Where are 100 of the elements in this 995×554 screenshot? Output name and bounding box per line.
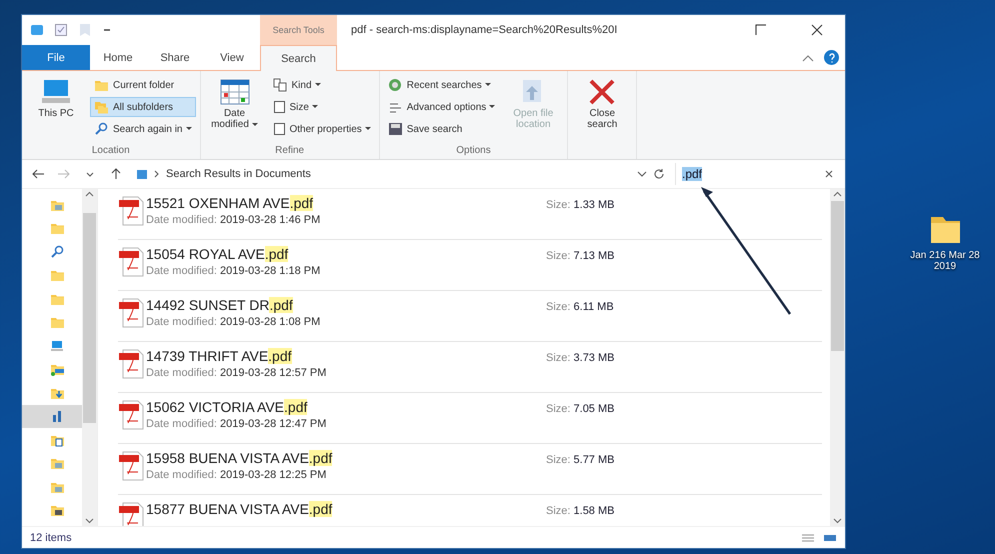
file-name: 15958 BUENA VISTA AVE.pdf bbox=[146, 450, 334, 466]
file-name: 14739 THRIFT AVE.pdf bbox=[146, 348, 293, 364]
network-folder-icon bbox=[50, 362, 65, 376]
item-count: 12 items bbox=[30, 532, 72, 544]
page-icon bbox=[272, 100, 286, 114]
pdf-file-icon bbox=[118, 501, 146, 526]
ribbon-button[interactable]: Search again in bbox=[90, 119, 196, 139]
desktop-folder-label: Jan 216 Mar 28 2019 bbox=[909, 250, 981, 272]
ribbon-button[interactable]: Current folder bbox=[90, 75, 196, 95]
search-icon bbox=[50, 244, 65, 259]
computer-icon bbox=[40, 78, 72, 106]
file-size: Size: 6.11 MB bbox=[546, 300, 614, 313]
file-row[interactable]: 15958 BUENA VISTA AVE.pdf Date modified: 2019-03-28 12:25 PM Size: 5.77 MB bbox=[118, 444, 822, 495]
folder-icon bbox=[50, 221, 65, 236]
search-field[interactable]: .pdf bbox=[675, 163, 839, 185]
file-name: 15877 BUENA VISTA AVE.pdf bbox=[146, 501, 334, 517]
group-label: Options bbox=[455, 145, 492, 158]
file-row[interactable]: 15054 ROYAL AVE.pdf Date modified: 2019-03-28 1:18 PM Size: 7.13 MB bbox=[118, 240, 822, 291]
folder-icon bbox=[94, 78, 109, 92]
breadcrumb-chevron-icon bbox=[154, 169, 160, 179]
back-arrow-icon[interactable] bbox=[31, 168, 45, 180]
ribbon-button[interactable]: All subfolders bbox=[90, 97, 196, 117]
calendar-icon bbox=[218, 78, 250, 106]
details-view-icon[interactable] bbox=[801, 532, 815, 542]
ribbon-button[interactable]: Date modified bbox=[204, 75, 264, 145]
file-row[interactable]: 14492 SUNSET DR.pdf Date modified: 2019-03-28 1:08 PM Size: 6.11 MB bbox=[118, 291, 822, 342]
ribbon-tab[interactable]: Search bbox=[260, 45, 337, 71]
file-size: Size: 3.73 MB bbox=[546, 351, 614, 364]
ribbon-tab[interactable]: Home bbox=[90, 45, 146, 70]
scrollbar[interactable] bbox=[82, 189, 97, 526]
forward-arrow-icon[interactable] bbox=[57, 168, 71, 180]
file-size: Size: 7.05 MB bbox=[546, 402, 614, 415]
file-row[interactable]: 15521 OXENHAM AVE.pdf Date modified: 2019-03-28 1:46 PM Size: 1.33 MB bbox=[118, 189, 822, 240]
file-size: Size: 1.33 MB bbox=[546, 198, 614, 211]
scroll-up-icon bbox=[85, 189, 94, 199]
scroll-down-icon bbox=[833, 516, 842, 526]
folder-icon bbox=[50, 268, 65, 282]
pdf-file-icon bbox=[118, 246, 146, 278]
collapse-ribbon-icon[interactable] bbox=[802, 54, 814, 62]
ribbon-button[interactable]: Recent searches bbox=[384, 75, 500, 95]
pdf-file-icon bbox=[118, 450, 146, 482]
pdf-file-icon bbox=[118, 195, 146, 227]
window-title: pdf - search-ms:displayname=Search%20Results%20I bbox=[351, 24, 618, 36]
file-size: Size: 1.58 MB bbox=[546, 504, 614, 517]
file-name: 15062 VICTORIA AVE.pdf bbox=[146, 399, 308, 415]
search-query: .pdf bbox=[682, 167, 702, 181]
file-menu-tab[interactable]: File bbox=[22, 45, 90, 70]
pdf-file-icon bbox=[118, 348, 146, 380]
group-label: Location bbox=[90, 145, 131, 158]
close-icon bbox=[811, 24, 823, 36]
folders-icon bbox=[94, 100, 109, 114]
file-size: Size: 7.13 MB bbox=[546, 249, 614, 262]
up-arrow-icon[interactable] bbox=[109, 168, 123, 180]
file-row[interactable]: 14739 THRIFT AVE.pdf Date modified: 2019-03-28 12:57 PM Size: 3.73 MB bbox=[118, 342, 822, 393]
date-modified: Date modified: 2019-03-28 1:46 PM bbox=[146, 214, 322, 226]
ribbon-button[interactable]: This PC bbox=[26, 75, 86, 145]
folder-icon bbox=[50, 315, 65, 330]
date-modified: Date modified: 2019-03-28 12:57 PM bbox=[146, 367, 328, 379]
ribbon-button[interactable]: Close search bbox=[572, 75, 632, 159]
ribbon-button[interactable]: Advanced options bbox=[384, 97, 500, 117]
tiles-view-icon[interactable] bbox=[823, 532, 837, 542]
file-name: 14492 SUNSET DR.pdf bbox=[146, 297, 294, 313]
picture-folder-icon bbox=[50, 456, 65, 470]
scrollbar[interactable] bbox=[830, 189, 845, 526]
ribbon-tab[interactable]: Share bbox=[146, 45, 204, 70]
computer-icon bbox=[50, 340, 64, 352]
pdf-file-icon bbox=[118, 297, 146, 329]
nav-item[interactable] bbox=[22, 404, 82, 428]
context-tab-header: Search Tools bbox=[260, 15, 337, 45]
date-modified: Date modified: 2019-03-28 1:08 PM bbox=[146, 316, 322, 328]
group-label: Refine bbox=[274, 145, 306, 158]
scrollbar-thumb[interactable] bbox=[83, 213, 96, 423]
pdf-file-icon bbox=[118, 399, 146, 431]
search-icon bbox=[94, 122, 109, 136]
dropdown-caret-icon[interactable] bbox=[637, 170, 647, 178]
properties-icon[interactable] bbox=[54, 23, 68, 37]
search-results-icon bbox=[136, 168, 148, 180]
clear-icon[interactable] bbox=[825, 170, 833, 178]
address-path: Search Results in Documents bbox=[166, 168, 311, 180]
help-icon[interactable] bbox=[828, 52, 836, 62]
page-icon bbox=[272, 122, 286, 136]
app-icon[interactable] bbox=[30, 23, 44, 37]
file-size: Size: 5.77 MB bbox=[546, 453, 614, 466]
video-folder-icon bbox=[50, 503, 65, 518]
file-name: 15054 ROYAL AVE.pdf bbox=[146, 246, 290, 262]
refresh-icon[interactable] bbox=[653, 168, 665, 180]
ribbon-button[interactable]: Other properties bbox=[268, 119, 375, 139]
address-bar[interactable]: Search Results in Documents bbox=[132, 163, 669, 185]
date-modified: Date modified: 2019-03-28 1:18 PM bbox=[146, 265, 322, 277]
scrollbar-thumb[interactable] bbox=[831, 201, 844, 351]
kind-icon bbox=[272, 78, 288, 92]
scroll-up-icon bbox=[833, 189, 842, 199]
file-row[interactable]: 15062 VICTORIA AVE.pdf Date modified: 2019-03-28 12:47 PM Size: 7.05 MB bbox=[118, 393, 822, 444]
date-modified: Date modified: 2019-03-28 12:47 PM bbox=[146, 418, 328, 430]
ribbon-button[interactable]: Kind bbox=[268, 75, 375, 95]
ribbon-button[interactable]: Size bbox=[268, 97, 375, 117]
ribbon-tab[interactable]: View bbox=[204, 45, 260, 70]
recent-searches-icon bbox=[388, 78, 403, 92]
ribbon-button[interactable]: Save search bbox=[384, 119, 500, 139]
file-row[interactable]: 15877 BUENA VISTA AVE.pdf Size: 1.58 MB bbox=[118, 495, 822, 526]
